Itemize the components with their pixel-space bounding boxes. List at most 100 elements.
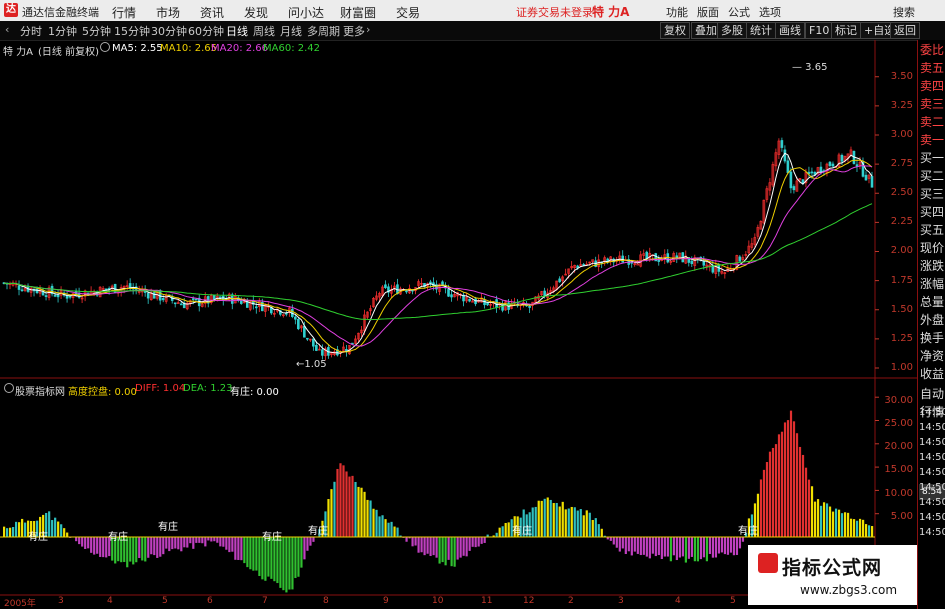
indicator-bar xyxy=(726,537,730,555)
indicator-bar xyxy=(129,537,132,562)
indicator-bar xyxy=(366,499,369,537)
indicator-bar xyxy=(537,500,540,537)
indicator-bar xyxy=(372,508,375,537)
indicator-bar xyxy=(102,537,105,558)
dealer-annotation: 有庄 xyxy=(28,530,48,543)
indicator-bar xyxy=(570,506,573,537)
candle-body xyxy=(384,284,387,289)
indicator-bar xyxy=(615,537,618,548)
candle-body xyxy=(738,256,742,262)
candle-body xyxy=(321,349,324,356)
indicator-bar xyxy=(162,537,165,555)
indicator-bar xyxy=(21,518,24,537)
candle-body xyxy=(441,281,444,286)
indicator-bar xyxy=(555,502,558,537)
indicator-bar xyxy=(867,525,871,537)
indicator-bar xyxy=(612,537,615,545)
indicator-bar xyxy=(414,537,417,546)
indicator-bar xyxy=(189,537,192,544)
indicator-bar xyxy=(786,420,790,537)
indicator-bar xyxy=(585,510,588,537)
indicator-bar xyxy=(252,537,255,571)
indicator-bar xyxy=(54,517,57,537)
indicator-bar xyxy=(546,497,549,537)
x-axis-label: 4 xyxy=(107,596,113,606)
indicator-bar xyxy=(3,526,6,537)
indicator-bar xyxy=(732,537,736,556)
indicator-bar xyxy=(222,537,225,547)
indicator-bar xyxy=(132,537,135,565)
indicator-bar xyxy=(540,500,543,537)
candle-body xyxy=(306,337,309,340)
indicator-bar xyxy=(534,506,537,537)
indicator-bar xyxy=(831,511,835,537)
indicator-bar xyxy=(57,521,60,537)
x-axis-label: 8 xyxy=(323,596,329,606)
indicator-bar xyxy=(306,537,309,551)
x-axis-label: 3 xyxy=(58,596,64,606)
indicator-bar xyxy=(144,537,147,562)
kline-chart[interactable]: — 3.65←1.05有庄 有庄有庄有庄有庄 有庄 有庄 xyxy=(0,0,945,609)
indicator-bar xyxy=(588,512,591,537)
ma20-line xyxy=(3,165,873,347)
candle-body xyxy=(450,294,453,298)
indicator-bar xyxy=(285,537,288,593)
indicator-bar xyxy=(618,537,621,552)
candle-body xyxy=(104,288,108,291)
indicator-bar xyxy=(504,522,507,537)
indicator-bar xyxy=(645,537,648,557)
x-axis-label: 2 xyxy=(568,596,574,606)
indicator-bar xyxy=(720,537,724,553)
indicator-bar xyxy=(552,503,555,537)
indicator-bar xyxy=(207,537,210,541)
x-axis-label: 10 xyxy=(432,596,444,606)
indicator-bar xyxy=(852,519,856,537)
indicator-bar xyxy=(465,537,468,557)
indicator-bar xyxy=(507,522,510,537)
candle-body xyxy=(17,285,21,290)
indicator-bar xyxy=(87,537,90,549)
candle-body xyxy=(239,300,243,304)
candle-body xyxy=(294,316,297,320)
indicator-bar xyxy=(342,465,345,537)
candle-body xyxy=(636,263,640,266)
indicator-bar xyxy=(774,444,778,537)
candle-body xyxy=(194,298,198,301)
indicator-bar xyxy=(663,537,666,557)
indicator-bar xyxy=(699,537,703,560)
indicator-bar xyxy=(84,537,87,549)
indicator-bar xyxy=(12,527,15,537)
indicator-bar xyxy=(138,537,141,559)
indicator-bar xyxy=(483,537,486,543)
indicator-bar xyxy=(474,537,477,548)
candle-body xyxy=(312,338,315,347)
indicator-bar xyxy=(198,537,201,543)
indicator-bar xyxy=(597,524,600,537)
indicator-bar xyxy=(438,537,441,564)
indicator-bar xyxy=(501,526,504,537)
indicator-bar xyxy=(462,537,465,556)
indicator-bar xyxy=(840,513,844,537)
candle-body xyxy=(20,289,24,292)
ma5-line xyxy=(3,152,873,354)
candle-body xyxy=(558,278,561,283)
candle-body xyxy=(303,325,306,338)
indicator-bar xyxy=(423,537,426,556)
candle-body xyxy=(690,260,694,265)
candle-body xyxy=(212,294,216,300)
x-axis-label: 2005年 xyxy=(4,599,36,609)
indicator-bar xyxy=(624,537,627,555)
indicator-bar xyxy=(741,537,745,542)
indicator-bar xyxy=(609,537,612,541)
indicator-bar xyxy=(225,537,228,550)
indicator-bar xyxy=(60,524,63,537)
indicator-bar xyxy=(210,537,213,542)
indicator-bar xyxy=(336,468,339,537)
candle-body xyxy=(780,140,784,148)
indicator-bar xyxy=(666,537,669,557)
candle-body xyxy=(405,290,408,293)
indicator-bar xyxy=(558,506,561,537)
indicator-bar xyxy=(159,537,162,557)
x-axis-label: 5 xyxy=(730,596,736,606)
indicator-bar xyxy=(195,537,198,543)
